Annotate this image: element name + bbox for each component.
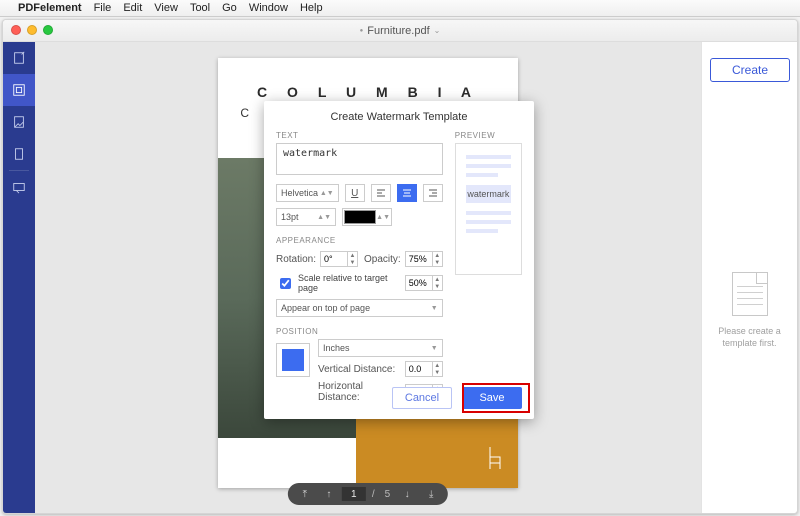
document-dirty-indicator: ● — [360, 28, 364, 34]
font-color-select[interactable]: ▲▼ — [342, 208, 392, 226]
template-placeholder-text: Please create a template first. — [710, 326, 789, 349]
save-button[interactable]: Save — [462, 387, 522, 409]
section-text-label: TEXT — [276, 131, 443, 140]
page-total: 5 — [381, 489, 395, 500]
dialog-title: Create Watermark Template — [276, 111, 522, 123]
titlebar-dropdown-icon[interactable]: ⌄ — [434, 26, 441, 35]
window-close-button[interactable] — [11, 25, 21, 35]
vertical-distance-label: Vertical Distance: — [318, 364, 395, 375]
position-anchor-picker[interactable] — [276, 343, 310, 377]
watermark-text-input[interactable]: watermark — [276, 143, 443, 175]
font-size-select[interactable]: 13pt▲▼ — [276, 208, 336, 226]
create-watermark-dialog: Create Watermark Template TEXT watermark… — [264, 101, 534, 419]
section-preview-label: PREVIEW — [455, 131, 522, 140]
menu-go[interactable]: Go — [222, 2, 237, 14]
underline-button[interactable]: U — [345, 184, 365, 202]
scale-checkbox[interactable]: Scale relative to target page — [276, 273, 399, 293]
opacity-label: Opacity: — [364, 254, 401, 265]
right-panel: Create Please create a template first. — [701, 42, 797, 513]
align-left-button[interactable] — [371, 184, 391, 202]
layer-select[interactable]: Appear on top of page▼ — [276, 299, 443, 317]
cancel-button[interactable]: Cancel — [392, 387, 452, 409]
menu-window[interactable]: Window — [249, 2, 288, 14]
sidebar-item-1[interactable] — [3, 42, 35, 74]
page-first-button[interactable]: ⤒ — [294, 485, 316, 503]
page-next-button[interactable]: ↓ — [396, 485, 418, 503]
preview-watermark-text: watermark — [466, 185, 511, 203]
horizontal-distance-label: Horizontal Distance: — [318, 381, 399, 403]
page-navigator: ⤒ ↑ / 5 ↓ ⤓ — [288, 483, 448, 505]
opacity-input[interactable]: ▲▼ — [405, 251, 443, 267]
align-right-button[interactable] — [423, 184, 443, 202]
window-titlebar: ● Furniture.pdf ⌄ — [3, 20, 797, 42]
menu-help[interactable]: Help — [300, 2, 323, 14]
sidebar-item-4[interactable] — [3, 138, 35, 170]
window-minimize-button[interactable] — [27, 25, 37, 35]
left-sidebar — [3, 42, 35, 513]
page-heading-1: C O L U M B I A — [218, 84, 518, 100]
font-family-select[interactable]: Helvetica▲▼ — [276, 184, 339, 202]
vertical-distance-input[interactable]: ▲▼ — [405, 361, 443, 377]
menu-view[interactable]: View — [154, 2, 178, 14]
watermark-preview: watermark — [455, 143, 522, 275]
menu-edit[interactable]: Edit — [123, 2, 142, 14]
sidebar-item-5[interactable] — [3, 171, 35, 203]
page-prev-button[interactable]: ↑ — [318, 485, 340, 503]
sidebar-item-3[interactable] — [3, 106, 35, 138]
page-separator: / — [368, 489, 379, 500]
rotation-label: Rotation: — [276, 254, 316, 265]
section-position-label: POSITION — [276, 327, 443, 336]
document-title: ● Furniture.pdf ⌄ — [360, 25, 441, 37]
app-menu[interactable]: PDFelement — [18, 2, 82, 14]
sidebar-item-2[interactable] — [3, 74, 35, 106]
rotation-input[interactable]: ▲▼ — [320, 251, 358, 267]
page-current-input[interactable] — [342, 487, 366, 501]
template-placeholder-icon — [732, 272, 768, 316]
units-select[interactable]: Inches▼ — [318, 339, 443, 357]
mac-menubar: PDFelement File Edit View Tool Go Window… — [0, 0, 800, 17]
chair-icon — [486, 445, 504, 474]
window-fullscreen-button[interactable] — [43, 25, 53, 35]
page-last-button[interactable]: ⤓ — [420, 485, 442, 503]
menu-tool[interactable]: Tool — [190, 2, 210, 14]
section-appearance-label: APPEARANCE — [276, 236, 443, 245]
create-template-button[interactable]: Create — [710, 58, 790, 82]
align-center-button[interactable] — [397, 184, 417, 202]
scale-input[interactable]: ▲▼ — [405, 275, 443, 291]
color-swatch — [344, 210, 376, 224]
menu-file[interactable]: File — [94, 2, 112, 14]
